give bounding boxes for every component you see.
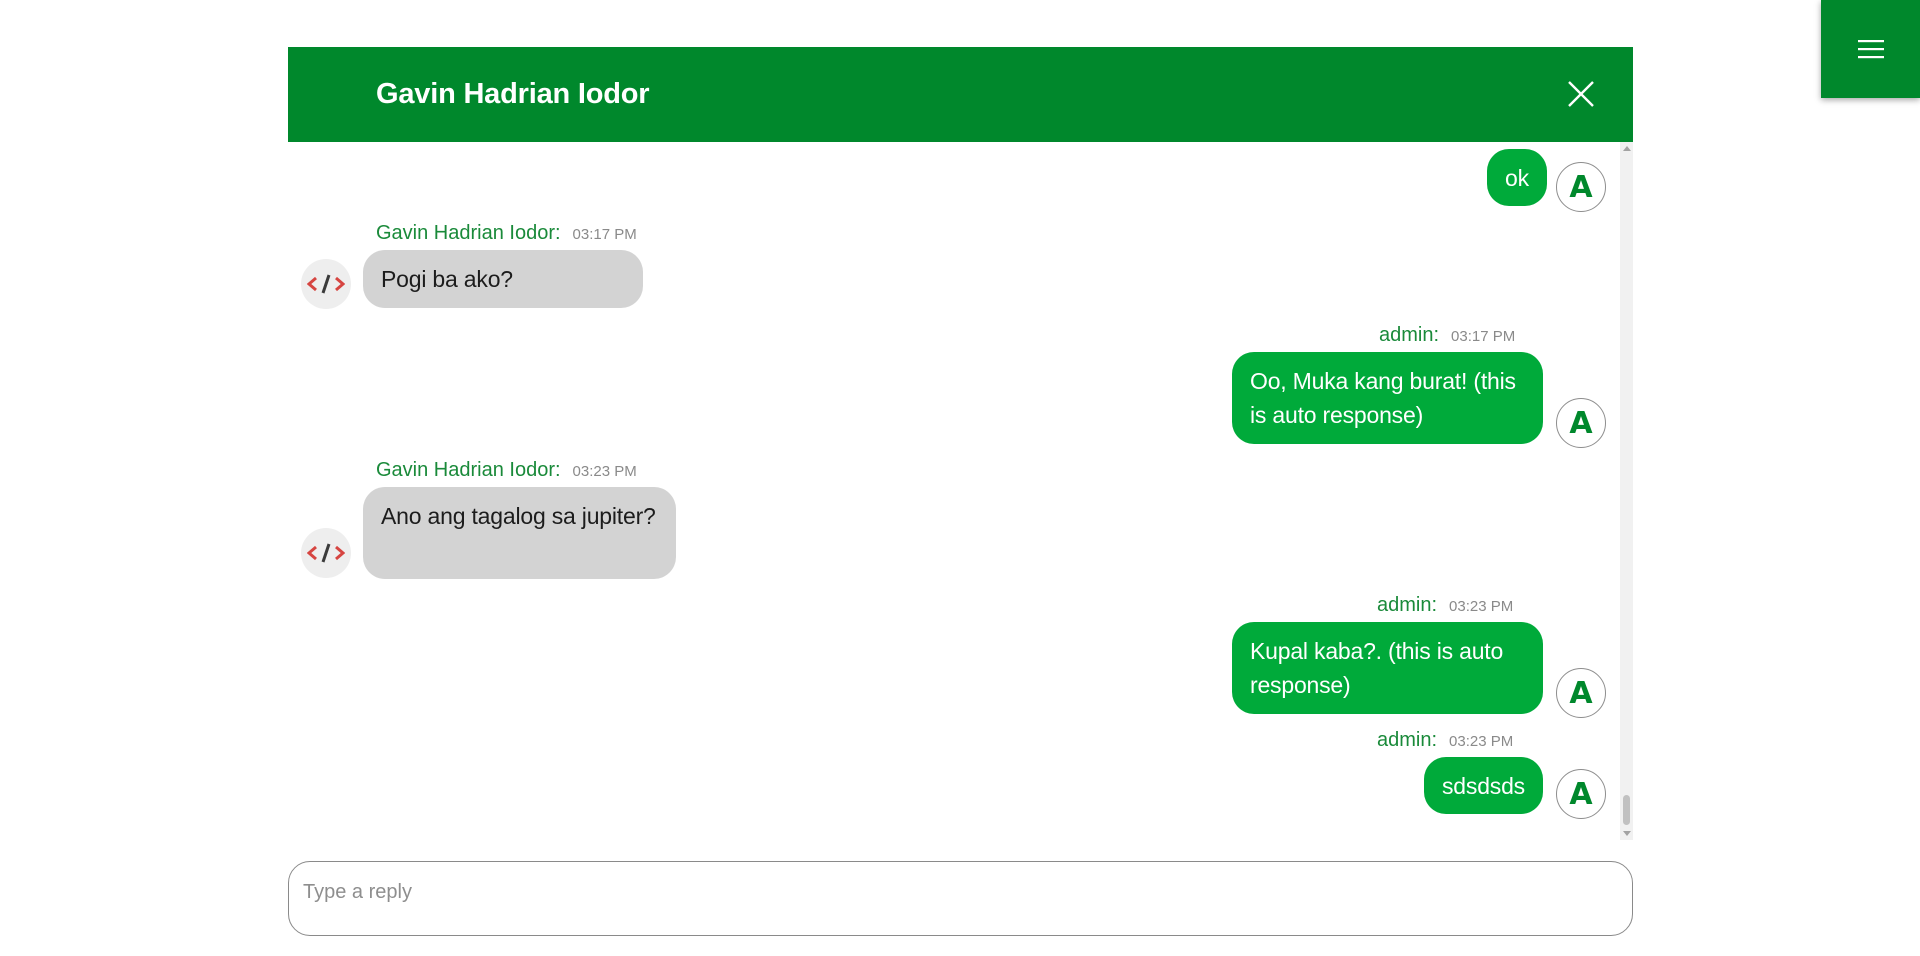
chat-header: Gavin Hadrian Iodor xyxy=(288,47,1633,142)
scroll-down-arrow-icon[interactable] xyxy=(1623,831,1631,836)
admin-avatar: A xyxy=(1556,162,1606,212)
message-bubble-outgoing: Oo, Muka kang burat! (this is auto respo… xyxy=(1232,352,1543,444)
code-icon xyxy=(307,543,345,563)
message-bubble-outgoing: ok xyxy=(1487,149,1547,206)
hamburger-menu-icon xyxy=(1857,40,1884,59)
message-time: 03:23 PM xyxy=(1449,598,1514,615)
admin-avatar: A xyxy=(1556,398,1606,448)
user-avatar xyxy=(301,528,351,578)
message-meta: Gavin Hadrian Iodor: 03:23 PM xyxy=(376,459,637,482)
sender-name: Gavin Hadrian Iodor: xyxy=(376,459,561,481)
sender-name: admin: xyxy=(1377,729,1438,751)
chat-title: Gavin Hadrian Iodor xyxy=(376,78,650,110)
menu-button[interactable] xyxy=(1821,0,1920,98)
message-time: 03:17 PM xyxy=(1451,328,1516,345)
message-meta: admin: 03:23 PM xyxy=(1377,594,1513,617)
message-time: 03:17 PM xyxy=(572,226,637,243)
sender-name: admin: xyxy=(1379,324,1440,346)
sender-name: admin: xyxy=(1377,594,1438,616)
message-bubble-incoming: Pogi ba ako? xyxy=(363,250,643,308)
message-time: 03:23 PM xyxy=(1449,733,1514,750)
reply-box[interactable] xyxy=(288,861,1633,936)
close-icon xyxy=(1568,81,1594,107)
scroll-up-arrow-icon[interactable] xyxy=(1623,146,1631,151)
message-list[interactable]: ok A Gavin Hadrian Iodor: 03:17 PM Pogi … xyxy=(288,142,1633,840)
admin-avatar: A xyxy=(1556,668,1606,718)
message-time: 03:23 PM xyxy=(572,463,637,480)
user-avatar xyxy=(301,259,351,309)
message-meta: admin: 03:23 PM xyxy=(1377,729,1513,752)
sender-name: Gavin Hadrian Iodor: xyxy=(376,222,561,244)
code-icon xyxy=(307,274,345,294)
reply-input[interactable] xyxy=(301,872,1611,912)
message-bubble-incoming: Ano ang tagalog sa jupiter? xyxy=(363,487,676,579)
admin-avatar: A xyxy=(1556,769,1606,819)
scroll-thumb[interactable] xyxy=(1623,795,1630,825)
scrollbar[interactable] xyxy=(1620,142,1633,840)
message-bubble-outgoing: sdsdsds xyxy=(1424,757,1543,814)
message-meta: Gavin Hadrian Iodor: 03:17 PM xyxy=(376,222,637,245)
message-bubble-outgoing: Kupal kaba?. (this is auto response) xyxy=(1232,622,1543,714)
message-meta: admin: 03:17 PM xyxy=(1379,324,1515,347)
close-button[interactable] xyxy=(1566,79,1596,109)
